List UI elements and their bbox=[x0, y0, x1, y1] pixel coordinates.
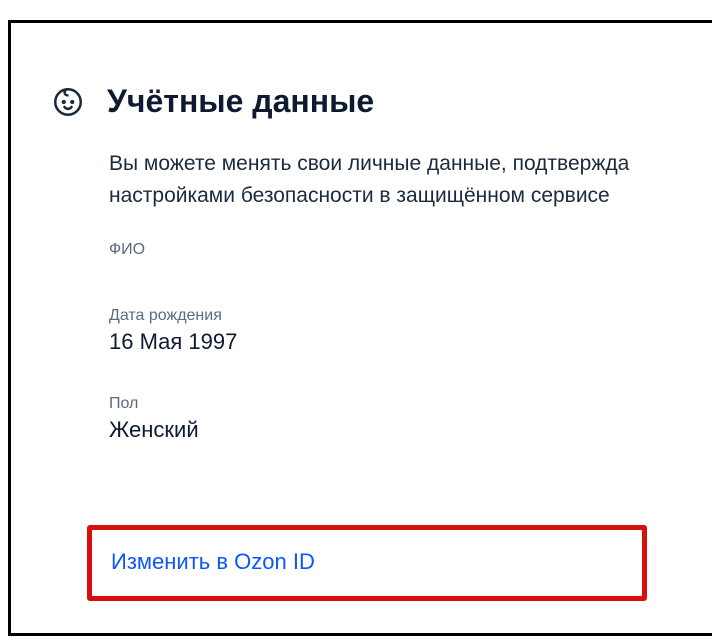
field-label-fio: ФИО bbox=[109, 241, 712, 259]
baby-face-icon bbox=[51, 85, 85, 119]
field-dob: Дата рождения 16 Мая 1997 bbox=[109, 307, 712, 355]
edit-ozon-id-link[interactable]: Изменить в Ozon ID bbox=[111, 549, 315, 575]
section-title: Учётные данные bbox=[107, 83, 374, 120]
section-description: Вы можете менять свои личные данные, под… bbox=[109, 148, 712, 211]
section-header: Учётные данные bbox=[51, 83, 712, 120]
card-frame: Учётные данные Вы можете менять свои лич… bbox=[8, 20, 712, 636]
field-value-dob: 16 Мая 1997 bbox=[109, 329, 712, 355]
card-content: Учётные данные Вы можете менять свои лич… bbox=[11, 23, 712, 443]
field-label-dob: Дата рождения bbox=[109, 307, 712, 325]
section-body: Вы можете менять свои личные данные, под… bbox=[109, 148, 712, 443]
field-fio: ФИО bbox=[109, 241, 712, 259]
field-gender: Пол Женский bbox=[109, 395, 712, 443]
field-value-gender: Женский bbox=[109, 417, 712, 443]
field-label-gender: Пол bbox=[109, 395, 712, 413]
